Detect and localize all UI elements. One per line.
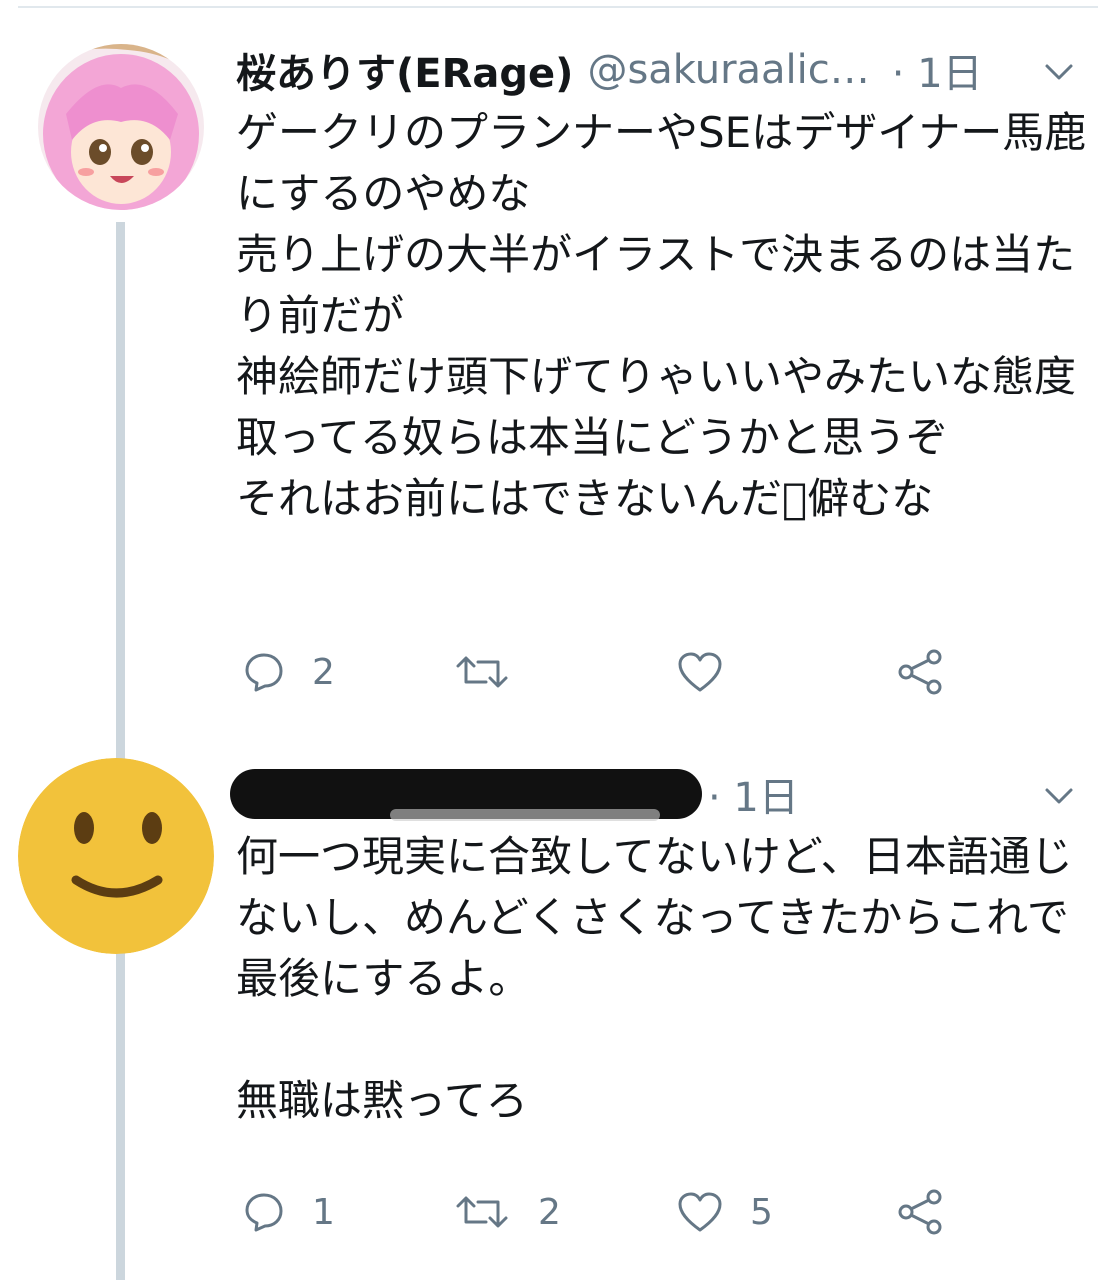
user-handle[interactable]: @sakuraalic… <box>587 47 869 93</box>
chevron-down-icon[interactable] <box>1044 62 1074 82</box>
anime-girl-avatar-icon <box>38 44 204 210</box>
tweet-timestamp[interactable]: · 1日 <box>892 41 983 99</box>
redacted-user-name <box>230 769 702 821</box>
reply-icon <box>245 653 283 692</box>
retweet-icon <box>456 656 508 688</box>
reply-count: 1 <box>312 1191 335 1233</box>
share-button[interactable] <box>896 642 944 702</box>
thread-connector-line <box>116 952 125 1280</box>
retweet-count: 2 <box>538 1191 561 1233</box>
reply-button[interactable]: 2 <box>242 642 335 702</box>
tweet-header: 桜ありす(ERage) @sakuraalic… · 1日 <box>236 40 983 100</box>
tweet-actions: 2 <box>236 642 996 702</box>
tweet-text: ゲークリのプランナーやSEはデザイナー馬鹿にするのやめな 売り上げの大半がイラス… <box>236 108 1087 523</box>
share-icon <box>898 649 942 695</box>
reply-icon <box>245 1193 283 1232</box>
share-icon <box>898 1189 942 1235</box>
like-button[interactable] <box>676 642 750 702</box>
smiley-face-avatar-icon <box>18 758 214 954</box>
display-name[interactable]: 桜ありす(ERage) <box>236 41 573 99</box>
share-button[interactable] <box>896 1182 944 1242</box>
heart-icon <box>678 652 722 692</box>
tweet-timestamp[interactable]: · 1日 <box>708 765 799 823</box>
reply-button[interactable]: 1 <box>242 1182 335 1242</box>
heart-icon <box>678 1192 722 1232</box>
retweet-button[interactable]: 2 <box>452 1182 561 1242</box>
like-button[interactable]: 5 <box>676 1182 773 1242</box>
thread-connector-line <box>116 222 125 762</box>
retweet-icon <box>456 1196 508 1228</box>
tweet-actions: 1 2 5 <box>236 1182 996 1242</box>
chevron-down-icon[interactable] <box>1044 786 1074 806</box>
like-count: 5 <box>750 1191 773 1233</box>
reply-count: 2 <box>312 651 335 693</box>
tweet-text: 何一つ現実に合致してないけど、日本語通じないし、めんどくさくなってきたからこれで… <box>236 832 1073 1125</box>
top-divider <box>18 6 1098 8</box>
avatar-default-smiley[interactable] <box>18 758 214 954</box>
avatar-anime-girl[interactable] <box>38 44 204 210</box>
tweet-header: · 1日 <box>230 764 799 824</box>
retweet-button[interactable] <box>452 642 538 702</box>
